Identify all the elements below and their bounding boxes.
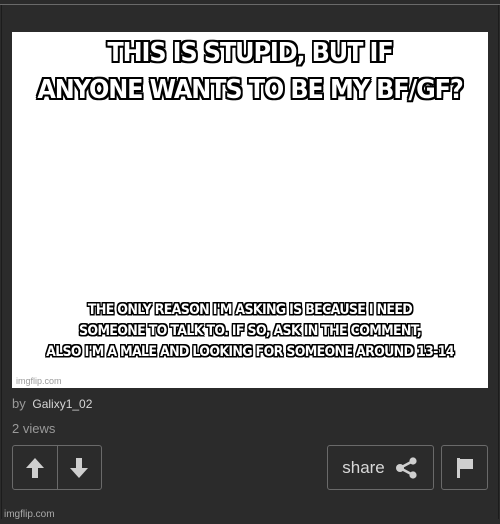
meme-top-line: ANYONE WANTS TO BE MY BF/GF? xyxy=(37,75,463,105)
meme-bottom-line: ALSO I'M A MALE AND LOOKING FOR SOMEONE … xyxy=(46,344,454,360)
share-button[interactable]: share xyxy=(327,445,434,490)
author-line: by Galixy1_02 xyxy=(12,396,92,411)
flag-icon xyxy=(456,457,473,478)
meme-image[interactable]: THIS IS STUPID, BUT IF ANYONE WANTS TO B… xyxy=(12,32,488,388)
arrow-up-icon xyxy=(25,457,44,478)
by-label: by xyxy=(12,396,26,411)
share-label: share xyxy=(342,457,385,477)
vote-buttons xyxy=(12,445,102,490)
meme-bottom-line: SOMEONE TO TALK TO. IF SO, ASK IN THE CO… xyxy=(79,323,422,339)
downvote-button[interactable] xyxy=(56,446,102,489)
view-count: 2 views xyxy=(12,421,56,436)
flag-button[interactable] xyxy=(441,445,488,490)
author-link[interactable]: Galixy1_02 xyxy=(32,397,92,411)
arrow-down-icon xyxy=(70,457,89,478)
meme-bottom-caption: THE ONLY REASON I'M ASKING IS BECAUSE I … xyxy=(43,300,457,363)
share-icon xyxy=(395,456,417,479)
meme-top-line: THIS IS STUPID, BUT IF xyxy=(107,38,393,68)
upvote-button[interactable] xyxy=(13,446,57,489)
meme-bottom-line: THE ONLY REASON I'M ASKING IS BECAUSE I … xyxy=(87,302,413,318)
meme-watermark: imgflip.com xyxy=(16,376,62,386)
footer-watermark: imgflip.com xyxy=(4,509,55,520)
meme-top-caption: THIS IS STUPID, BUT IF ANYONE WANTS TO B… xyxy=(31,35,469,109)
